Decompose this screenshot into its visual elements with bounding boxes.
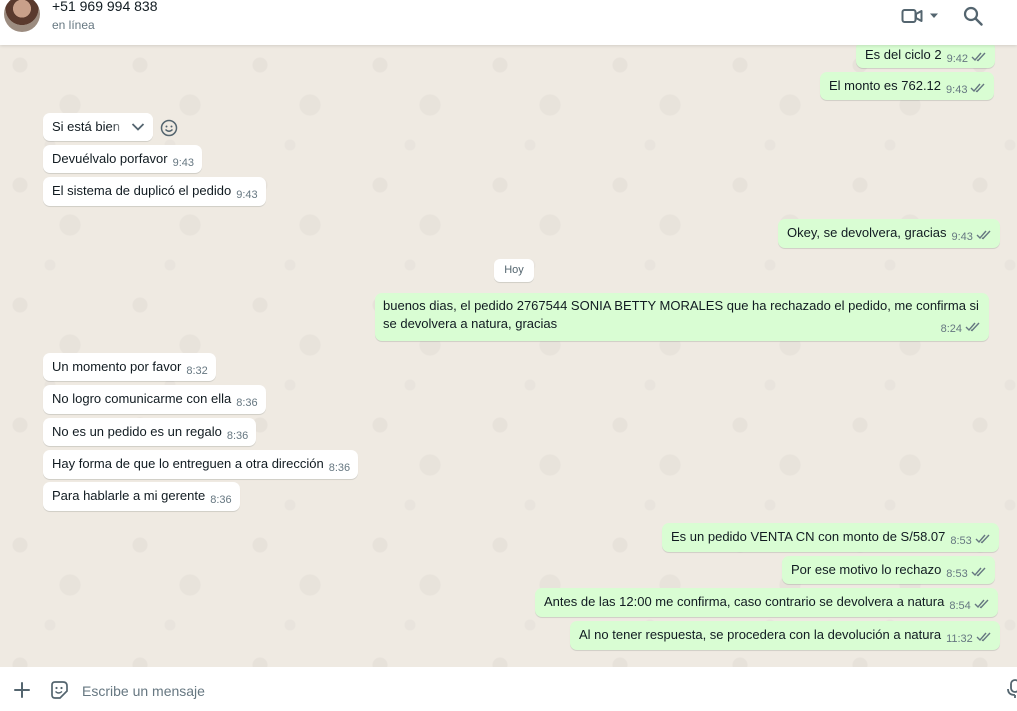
contact-status: en línea	[52, 18, 95, 32]
message-text: Es del ciclo 2	[865, 47, 942, 62]
chat-area[interactable]: Es del ciclo 2 9:42 El monto es 762.12 9:4…	[0, 45, 1017, 667]
message-time: 8:36	[210, 494, 232, 506]
message-text: Por ese motivo lo rechazo	[791, 562, 942, 577]
plus-icon[interactable]	[14, 682, 30, 698]
message-text: No es un pedido es un regalo	[52, 424, 222, 439]
message-time: 11:32	[946, 633, 973, 645]
sticker-icon[interactable]	[49, 680, 69, 700]
message-text: Un momento por favor	[52, 359, 182, 374]
microphone-icon[interactable]	[1006, 679, 1017, 699]
message-outgoing[interactable]: Es del ciclo 2 9:42	[856, 45, 996, 68]
chevron-down-icon[interactable]	[929, 12, 939, 20]
message-text: El sistema de duplicó el pedido	[52, 183, 232, 198]
message-outgoing[interactable]: Okey, se devolvera, gracias 9:43	[778, 219, 1000, 248]
message-text: Hay forma de que lo entreguen a otra dir…	[52, 456, 324, 471]
message-incoming[interactable]: Devuélvalo porfavor 9:43	[43, 145, 203, 173]
date-divider: Hoy	[494, 259, 534, 282]
message-text: Al no tener respuesta, se procedera con …	[579, 627, 942, 642]
message-time: 8:32	[186, 365, 208, 377]
search-icon[interactable]	[963, 6, 983, 26]
message-time: 9:43	[172, 157, 195, 169]
message-time: 8:36	[236, 397, 258, 409]
message-outgoing[interactable]: Por ese motivo lo rechazo 8:53	[782, 556, 995, 584]
message-time: 9:42	[946, 53, 969, 65]
message-text: Para hablarle a mi gerente	[52, 488, 206, 503]
message-text: Devuélvalo porfavor	[52, 151, 168, 166]
message-time: 8:54	[949, 600, 971, 612]
message-input[interactable]	[80, 679, 984, 703]
avatar[interactable]	[4, 0, 40, 32]
message-time: 8:53	[946, 568, 968, 580]
message-time: 8:53	[950, 535, 972, 547]
message-outgoing[interactable]: Antes de las 12:00 me confirma, caso con…	[535, 588, 998, 617]
message-time: 9:43	[946, 84, 968, 96]
message-text: buenos dias, el pedido 2767544 SONIA BET…	[383, 298, 979, 331]
chat-header: +51 969 994 838 en línea	[0, 0, 1017, 45]
message-time: 8:24	[940, 323, 962, 335]
message-outgoing[interactable]: Es un pedido VENTA CN con monto de S/58.…	[662, 523, 999, 552]
contact-name[interactable]: +51 969 994 838	[52, 0, 158, 14]
double-check-icon	[976, 632, 991, 642]
message-composer	[0, 667, 1017, 711]
message-incoming[interactable]: Hay forma de que lo entreguen a otra dir…	[43, 450, 359, 479]
message-text: Okey, se devolvera, gracias	[787, 225, 947, 240]
message-outgoing[interactable]: buenos dias, el pedido 2767544 SONIA BET…	[375, 293, 989, 341]
message-incoming[interactable]: Para hablarle a mi gerente 8:36	[43, 482, 240, 511]
message-incoming[interactable]: No es un pedido es un regalo 8:36	[43, 418, 257, 446]
double-check-icon	[970, 83, 985, 93]
double-check-icon	[976, 230, 991, 240]
message-text: El monto es 762.12	[829, 78, 942, 93]
video-call-icon[interactable]	[901, 6, 923, 26]
message-outgoing[interactable]: El monto es 762.12 9:43	[820, 72, 995, 100]
message-text: Antes de las 12:00 me confirma, caso con…	[544, 594, 945, 609]
message-incoming[interactable]: Si está bien	[43, 113, 153, 141]
message-text: No logro comunicarme con ella	[52, 391, 232, 406]
message-incoming[interactable]: El sistema de duplicó el pedido 9:43	[43, 177, 266, 206]
message-incoming[interactable]: Un momento por favor 8:32	[43, 353, 216, 381]
message-time: 9:43	[951, 231, 973, 243]
message-outgoing[interactable]: Al no tener respuesta, se procedera con …	[570, 621, 1000, 650]
message-time: 8:36	[226, 430, 249, 442]
double-check-icon	[971, 567, 986, 577]
message-text: Si está bien	[52, 119, 120, 134]
double-check-icon	[974, 599, 989, 609]
message-time: 9:43	[236, 189, 258, 201]
chevron-down-icon	[131, 123, 145, 131]
double-check-icon	[965, 322, 980, 332]
double-check-icon	[975, 534, 990, 544]
message-time: 8:36	[328, 462, 351, 474]
message-text: Es un pedido VENTA CN con monto de S/58.…	[671, 529, 946, 544]
emoji-reaction-icon[interactable]	[160, 119, 178, 137]
message-incoming[interactable]: No logro comunicarme con ella 8:36	[43, 385, 266, 414]
double-check-icon	[971, 52, 986, 62]
message-menu-button[interactable]	[111, 113, 153, 141]
